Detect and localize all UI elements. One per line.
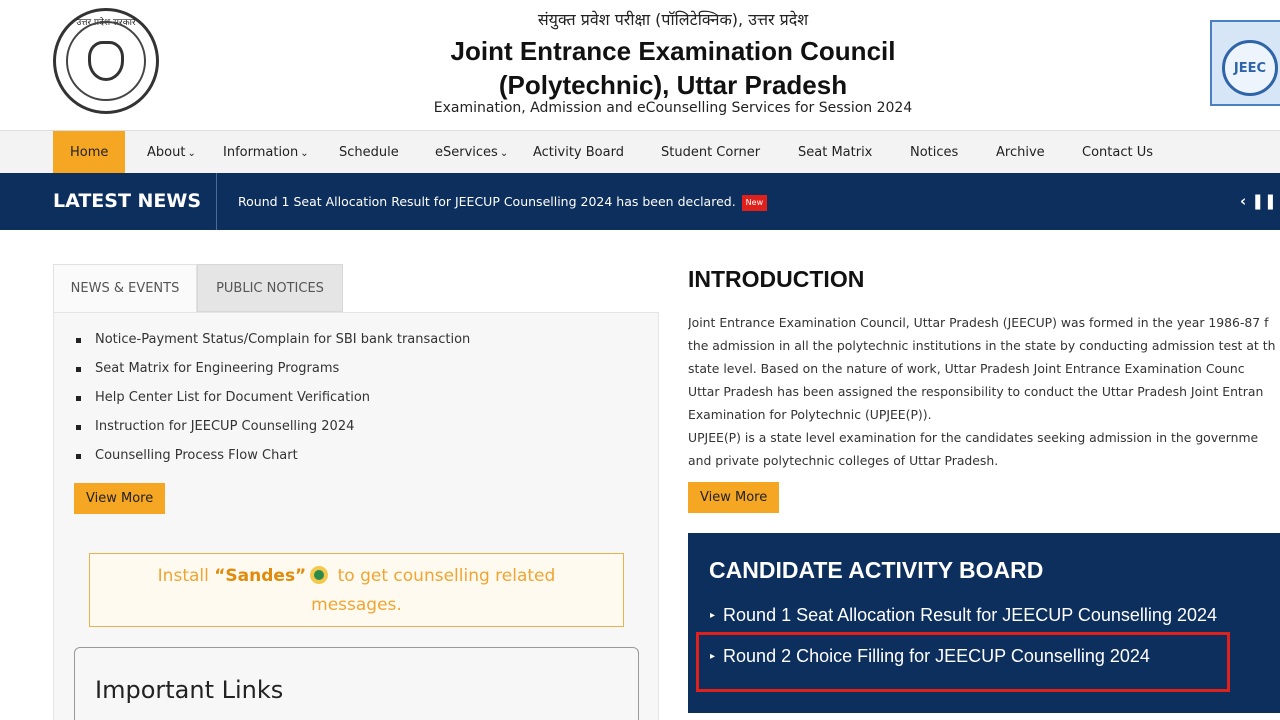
intro-line: and private polytechnic colleges of Utta… — [688, 453, 999, 468]
news-ticker-text: Round 1 Seat Allocation Result for JEECU… — [238, 194, 736, 209]
notice-item[interactable]: Notice-Payment Status/Complain for SBI b… — [74, 329, 470, 358]
intro-line: Uttar Pradesh has been assigned the resp… — [688, 384, 1264, 399]
important-links-title: Important Links — [95, 676, 284, 704]
sandes-name: “Sandes” — [214, 566, 307, 586]
hindi-title: संयुक्त प्रवेश परीक्षा (पॉलिटेक्निक), उत… — [537, 10, 809, 29]
title-line-2: (Polytechnic), Uttar Pradesh — [498, 70, 848, 100]
nav-contact-us[interactable]: Contact Us — [1082, 131, 1153, 174]
nav-activity-board[interactable]: Activity Board — [533, 131, 624, 174]
nav-information[interactable]: Information ⌄ — [223, 131, 309, 174]
intro-line: the admission in all the polytechnic ins… — [688, 338, 1276, 353]
notice-item[interactable]: Counselling Process Flow Chart — [74, 445, 470, 474]
nav-home[interactable]: Home — [53, 131, 126, 174]
chevron-down-icon: ⌄ — [499, 148, 509, 159]
news-ticker-item[interactable]: Round 1 Seat Allocation Result for JEECU… — [238, 173, 768, 230]
tab-public-notices[interactable]: PUBLIC NOTICES — [197, 264, 343, 312]
important-links-box: Important Links — [74, 647, 639, 720]
sandes-app-icon — [310, 566, 329, 584]
latest-news-bar: LATEST NEWS Round 1 Seat Allocation Resu… — [0, 173, 1280, 267]
intro-line: Examination for Polytechnic (UPJEE(P)). — [688, 407, 932, 422]
latest-news-label: LATEST NEWS — [53, 190, 202, 212]
nav-eservices-label: eServices — [435, 145, 498, 160]
news-view-more-button[interactable]: View More — [74, 483, 166, 514]
highlight-box — [696, 632, 1230, 692]
jeecup-logo[interactable]: JEEC — [1210, 20, 1280, 106]
intro-line: Joint Entrance Examination Council, Utta… — [688, 315, 1269, 330]
activity-board-title: CANDIDATE ACTIVITY BOARD — [709, 557, 1044, 583]
news-panel: Notice-Payment Status/Complain for SBI b… — [53, 312, 659, 720]
chevron-down-icon: ⌄ — [300, 148, 309, 159]
nav-about-label: About — [147, 145, 186, 160]
notice-item[interactable]: Seat Matrix for Engineering Programs — [74, 358, 470, 387]
intro-view-more-button[interactable]: View More — [688, 482, 780, 513]
ticker-controls[interactable]: ‹ ❚❚ › — [1240, 173, 1280, 267]
site-header: उत्तर प्रदेश सरकार संयुक्त प्रवेश परीक्ष… — [0, 0, 1280, 130]
new-badge: New — [741, 194, 768, 211]
sandes-line-2: messages. — [311, 595, 402, 615]
nav-seat-matrix[interactable]: Seat Matrix — [798, 131, 872, 174]
nav-student-corner[interactable]: Student Corner — [661, 131, 760, 174]
nav-eservices[interactable]: eServices ⌄ — [435, 131, 508, 174]
main-nav: Home About ⌄ Information ⌄ Schedule eServi… — [0, 130, 1280, 174]
sandes-suffix: to get counselling related — [332, 566, 556, 586]
nav-about[interactable]: About ⌄ — [147, 131, 196, 174]
nav-archive[interactable]: Archive — [996, 131, 1045, 174]
intro-line: UPJEE(P) is a state level examination fo… — [688, 430, 1259, 445]
tab-news-events[interactable]: NEWS & EVENTS — [53, 264, 197, 312]
activity-item-round1-result[interactable]: ▸ Round 1 Seat Allocation Result for JEEC… — [710, 605, 1217, 626]
nav-schedule[interactable]: Schedule — [339, 131, 399, 174]
nav-notices[interactable]: Notices — [910, 131, 958, 174]
activity-item-label: Round 1 Seat Allocation Result for JEECU… — [723, 605, 1217, 625]
intro-line: state level. Based on the nature of work… — [688, 361, 1245, 376]
news-divider — [216, 173, 217, 230]
introduction-text: Joint Entrance Examination Council, Utta… — [688, 311, 1280, 472]
introduction-title: INTRODUCTION — [688, 266, 865, 292]
jeecup-logo-text: JEEC — [1222, 40, 1278, 96]
sandes-install-banner[interactable]: Install “Sandes” to get counselling rela… — [89, 553, 624, 627]
page-title: Joint Entrance Examination Council (Poly… — [0, 34, 1280, 102]
title-line-1: Joint Entrance Examination Council — [450, 36, 896, 66]
notice-item[interactable]: Instruction for JEECUP Counselling 2024 — [74, 416, 470, 445]
nav-information-label: Information — [223, 145, 299, 160]
sandes-prefix: Install — [157, 566, 215, 586]
notice-list: Notice-Payment Status/Complain for SBI b… — [74, 329, 470, 474]
header-subtitle: Examination, Admission and eCounselling … — [433, 100, 913, 116]
caret-right-icon: ▸ — [710, 610, 716, 621]
notice-item[interactable]: Help Center List for Document Verificati… — [74, 387, 470, 416]
chevron-down-icon: ⌄ — [187, 148, 196, 159]
